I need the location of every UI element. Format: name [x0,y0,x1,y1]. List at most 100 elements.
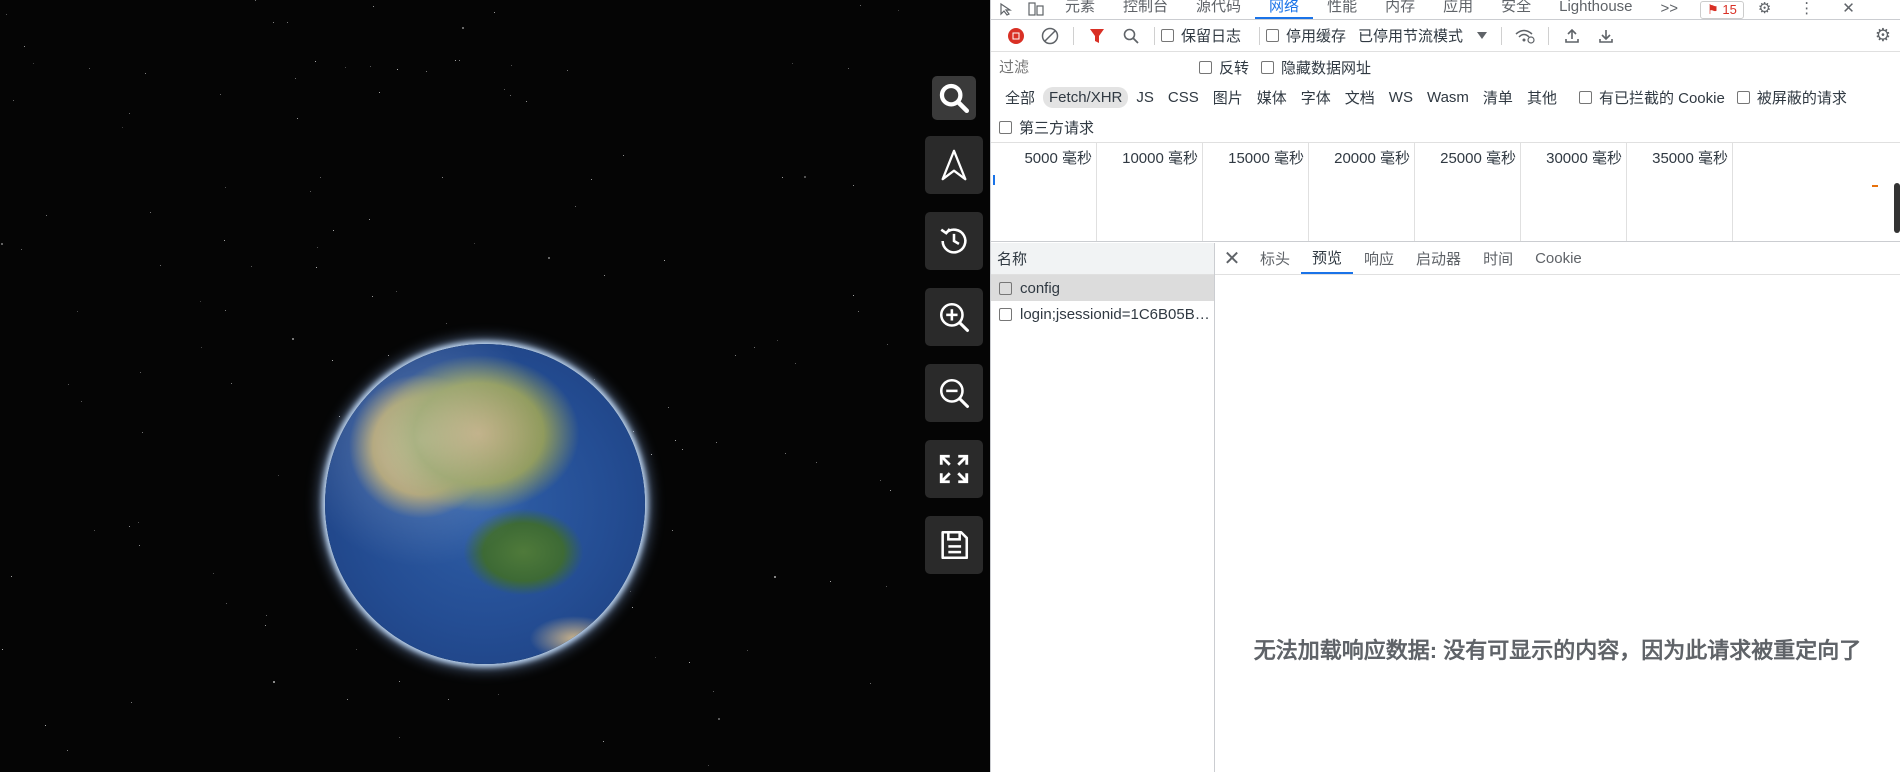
filter-toggle-button[interactable] [1080,21,1114,51]
network-settings-button[interactable]: ⚙ [1866,21,1900,51]
request-row[interactable]: config [991,275,1214,301]
timeline-tick-label: 35000 毫秒 [1652,150,1728,167]
wifi-settings-icon [1515,29,1535,44]
type-filter-button[interactable]: Wasm [1421,87,1475,108]
request-details: ✕ 标头 预览 响应 启动器 时间 Cookie 无法加载响应数据: 没有可显示的内容，因… [1215,243,1900,772]
third-party-checkbox[interactable]: 第三方请求 [999,117,1094,138]
devtools-tab[interactable]: 安全 [1487,0,1545,19]
hide-data-urls-checkbox[interactable]: 隐藏数据网址 [1261,57,1371,78]
blocked-requests-checkbox[interactable]: 被屏蔽的请求 [1736,87,1847,108]
settings-button[interactable]: ⚙ [1744,0,1785,19]
detail-tab[interactable]: 响应 [1353,243,1405,274]
throttling-select[interactable]: 已停用节流模式 [1358,25,1488,46]
type-filter-button[interactable]: CSS [1162,87,1205,108]
devtools-tab[interactable]: 性能 [1313,0,1371,19]
type-filter-button[interactable]: 清单 [1477,85,1519,110]
timeline-request-marker [1872,185,1878,187]
star [708,765,709,766]
checkbox-box[interactable] [1199,60,1212,74]
issues-badge[interactable]: ⚑ 15 [1700,1,1744,19]
star [13,100,14,101]
checkbox-box[interactable] [1161,29,1174,42]
chevron-down-icon [1477,32,1488,39]
search-icon [1123,28,1139,44]
zoom-out-button[interactable] [925,364,983,422]
gear-icon: ⚙ [1874,25,1892,45]
detail-tab[interactable]: 启动器 [1405,243,1472,274]
import-har-button[interactable] [1555,21,1589,51]
devtools-tab[interactable]: 网络 [1255,0,1314,19]
devtools-tab[interactable]: 元素 [1051,0,1109,19]
devtools-tab[interactable]: Lighthouse [1545,0,1646,19]
more-options-button[interactable]: ⋮ [1785,0,1828,19]
type-filter-button[interactable]: JS [1130,87,1160,108]
preserve-log-checkbox[interactable]: 保留日志 [1161,25,1241,46]
north-arrow-icon [941,149,967,181]
timeline-scrollbar[interactable] [1894,183,1900,233]
save-button[interactable] [925,516,983,574]
request-row[interactable]: login;jsessionid=1C6B05BF... [991,301,1214,327]
detail-tab[interactable]: Cookie [1524,243,1593,274]
device-toolbar-button[interactable] [1021,0,1051,19]
star [142,432,143,433]
timeline-overview[interactable]: 5000 毫秒 10000 毫秒 15000 毫秒 20000 毫秒 25000 毫秒 3… [991,142,1900,242]
history-button[interactable] [925,212,983,270]
devtools-tab[interactable]: 应用 [1429,0,1487,19]
detail-tab[interactable]: 预览 [1301,243,1354,274]
close-details-button[interactable]: ✕ [1215,243,1249,274]
request-checkbox[interactable] [999,281,1012,295]
type-filter-button[interactable]: Fetch/XHR [1043,86,1129,108]
request-list: 名称 config login;jsessionid=1C6B05BF... [991,243,1215,772]
star [21,249,22,250]
star [200,301,201,302]
close-devtools-button[interactable]: ✕ [1828,0,1869,19]
name-column-header[interactable]: 名称 [991,243,1214,275]
timeline-tick-label: 30000 毫秒 [1546,150,1622,167]
checkbox-box[interactable] [1266,29,1280,42]
type-filter-button[interactable]: WS [1383,87,1419,108]
record-button[interactable] [999,21,1033,51]
star [373,6,374,7]
star [632,607,633,608]
star [816,462,817,463]
detail-tab[interactable]: 时间 [1472,243,1524,274]
star [651,454,652,455]
star [225,310,226,311]
detail-tab[interactable]: 标头 [1249,243,1301,274]
type-filter-button[interactable]: 文档 [1339,85,1381,110]
north-compass-button[interactable] [925,136,983,194]
globe-viewer[interactable] [0,0,990,772]
devtools-tab[interactable]: 内存 [1371,0,1429,19]
invert-checkbox[interactable]: 反转 [1199,57,1249,78]
blocked-cookies-checkbox[interactable]: 有已拦截的 Cookie [1578,87,1725,108]
star [853,185,854,186]
export-har-button[interactable] [1589,21,1623,51]
fullscreen-button[interactable] [925,440,983,498]
devtools-tab[interactable]: 源代码 [1182,0,1255,19]
search-button[interactable] [932,76,976,120]
earth-globe[interactable] [325,344,645,664]
star [278,475,279,476]
network-conditions-button[interactable] [1508,21,1542,51]
checkbox-box[interactable] [1578,90,1592,104]
checkbox-box[interactable] [1261,60,1275,74]
star [81,401,82,402]
more-tabs-button[interactable]: >> [1647,0,1693,19]
clear-button[interactable] [1033,21,1067,51]
type-filter-button[interactable]: 字体 [1295,85,1337,110]
filter-input[interactable] [999,55,1199,79]
star [11,576,12,577]
type-filter-button[interactable]: 图片 [1207,85,1249,110]
zoom-in-button[interactable] [925,288,983,346]
devtools-tab[interactable]: 控制台 [1109,0,1182,19]
type-filter-button[interactable]: 媒体 [1251,85,1293,110]
inspect-element-button[interactable] [991,0,1021,19]
checkbox-box[interactable] [1736,90,1750,104]
disable-cache-checkbox[interactable]: 停用缓存 [1266,25,1346,46]
checkbox-box[interactable] [999,120,1012,134]
request-checkbox[interactable] [999,307,1012,321]
type-filter-button[interactable]: 其他 [1521,85,1563,110]
star [2,649,3,650]
search-requests-button[interactable] [1114,21,1148,51]
type-filter-button[interactable]: 全部 [999,85,1041,110]
